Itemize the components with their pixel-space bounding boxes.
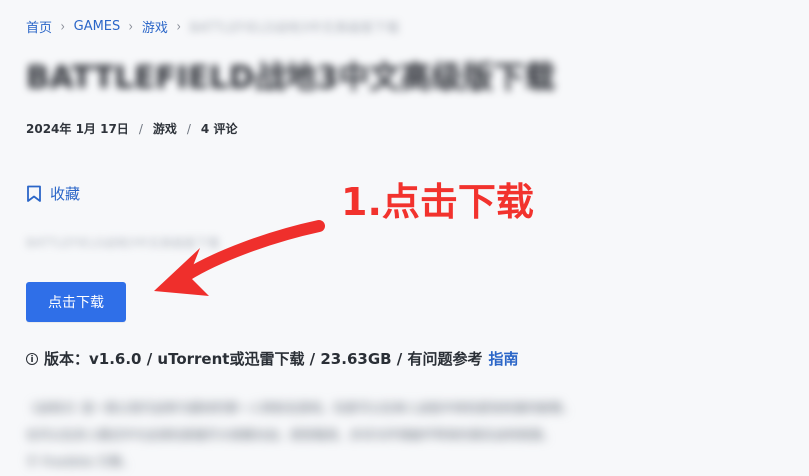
guide-link[interactable]: 指南	[489, 348, 519, 369]
breadcrumb-separator-icon: ›	[128, 18, 134, 35]
breadcrumb-separator-icon: ›	[60, 18, 66, 35]
version-info: i 版本：v1.6.0 / uTorrent或迅雷下载 / 23.63GB / …	[26, 348, 519, 369]
paragraph-line: 《战地3》是一款以现代战争为题材的第一人称射击游戏，玩家可以在单人战役中体验紧张…	[26, 401, 574, 415]
post-date: 2024年 1月 17日	[26, 122, 129, 136]
favorite-label: 收藏	[50, 185, 81, 203]
download-button[interactable]: 点击下载	[26, 282, 126, 322]
post-meta: 2024年 1月 17日 / 游戏 / 4 评论	[26, 120, 237, 137]
annotation-text: 1.点击下载	[341, 180, 534, 224]
meta-separator: /	[186, 121, 191, 136]
paragraph-line: 也可以在多人模式中与全球玩家展开大规模对战，感受载具、步兵与环境破坏带来的真实战…	[26, 428, 555, 442]
post-category[interactable]: 游戏	[153, 120, 177, 137]
comment-count[interactable]: 4 评论	[201, 120, 238, 137]
meta-separator: /	[138, 121, 143, 136]
breadcrumb-category-link[interactable]: 游戏	[142, 17, 168, 36]
favorite-button[interactable]: 收藏	[26, 183, 80, 204]
version-text: 版本：v1.6.0 / uTorrent或迅雷下载 / 23.63GB / 有问…	[44, 350, 483, 368]
page-title: BATTLEFIELD战地3中文高级版下载	[26, 60, 556, 96]
bookmark-icon	[26, 185, 42, 203]
paragraph-line: 于 Frostbite 引擎。	[26, 455, 134, 469]
breadcrumb-separator-icon: ›	[176, 18, 181, 35]
breadcrumb-home-link[interactable]: 首页	[26, 17, 52, 36]
breadcrumb: 首页 › GAMES › 游戏 › BATTLEFIELD战地3中文高级版下载	[26, 17, 400, 37]
breadcrumb-games-link[interactable]: GAMES	[74, 19, 121, 34]
breadcrumb-current: BATTLEFIELD战地3中文高级版下载	[189, 21, 400, 36]
blurred-paragraph: 《战地3》是一款以现代战争为题材的第一人称射击游戏，玩家可以在单人战役中体验紧张…	[26, 395, 786, 476]
annotation-arrow	[144, 216, 334, 308]
info-icon: i	[26, 352, 38, 365]
